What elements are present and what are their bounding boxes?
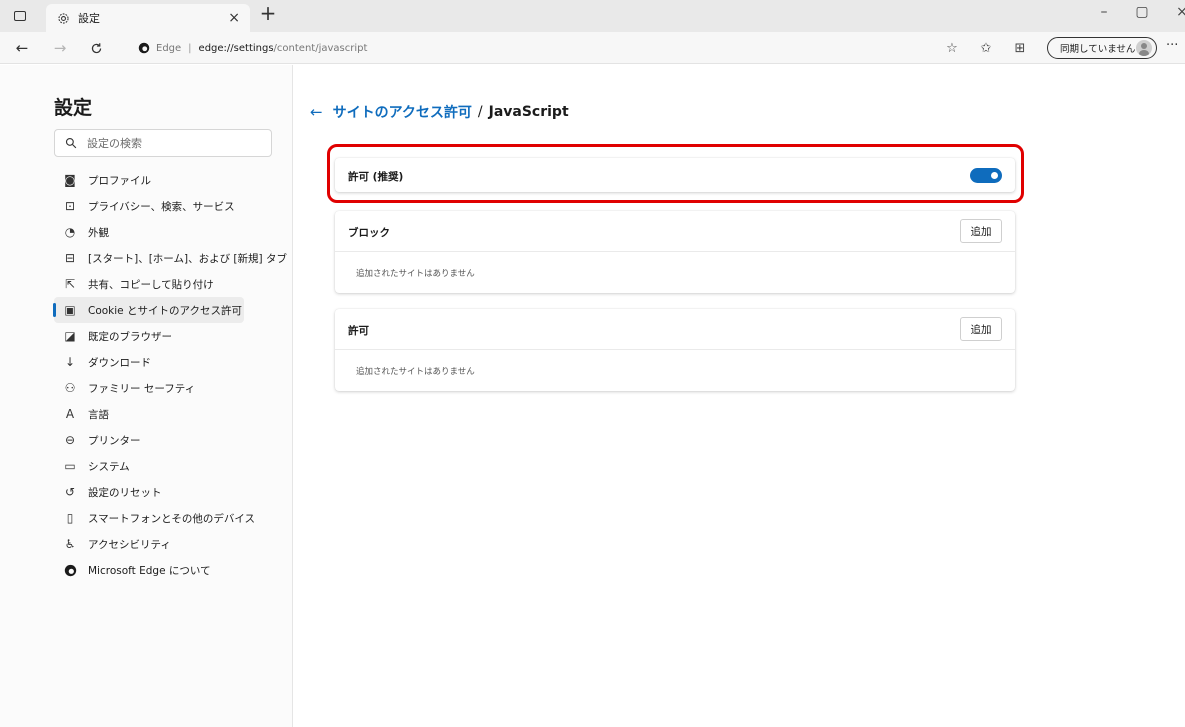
collections-icon[interactable]: ⊞ xyxy=(1010,38,1030,58)
lock-icon: ⊡ xyxy=(64,199,76,213)
allow-header: 許可 追加 xyxy=(335,309,1015,350)
accessibility-icon: ♿ xyxy=(64,537,76,551)
breadcrumb-separator: / xyxy=(477,104,483,120)
sidebar-item-cookies[interactable]: ▣ Cookie とサイトのアクセス許可 xyxy=(53,297,244,323)
page-title: 設定 xyxy=(54,97,93,119)
sidebar-item-label: スマートフォンとその他のデバイス xyxy=(88,512,256,525)
sidebar-item-label: ファミリー セーフティ xyxy=(88,382,196,395)
sidebar-item-label: ダウンロード xyxy=(88,356,151,369)
cookie-permissions-icon: ▣ xyxy=(64,303,76,317)
sidebar-item-reset[interactable]: ↺ 設定のリセット xyxy=(54,479,293,505)
sidebar-item-label: プリンター xyxy=(88,434,141,447)
sidebar-item-label: [スタート]、[ホーム]、および [新規] タブ xyxy=(88,252,287,265)
default-browser-icon: ◪ xyxy=(64,329,76,343)
sidebar-item-label: アクセシビリティ xyxy=(88,538,171,551)
sidebar-item-label: 共有、コピーして貼り付け xyxy=(88,278,214,291)
reset-icon: ↺ xyxy=(64,485,76,499)
appearance-icon: ◔ xyxy=(64,225,76,239)
sidebar-item-label: 言語 xyxy=(88,408,109,421)
block-list-card: ブロック 追加 追加されたサイトはありません xyxy=(335,211,1015,293)
breadcrumb-parent-link[interactable]: サイトのアクセス許可 xyxy=(333,102,472,122)
printer-icon: ⊖ xyxy=(64,433,76,447)
minimize-icon[interactable]: – xyxy=(1092,4,1116,24)
sidebar-item-default-browser[interactable]: ◪ 既定のブラウザー xyxy=(54,323,293,349)
language-icon: A xyxy=(65,407,75,421)
sidebar-item-language[interactable]: A 言語 xyxy=(54,401,293,427)
sidebar-item-label: システム xyxy=(88,460,130,473)
address-bar[interactable]: Edge | edge://settings /content/javascri… xyxy=(138,37,958,59)
sidebar-item-label: Cookie とサイトのアクセス許可 xyxy=(88,304,242,317)
close-tab-icon[interactable]: × xyxy=(228,10,240,26)
family-icon: ⚇ xyxy=(64,381,76,395)
favorites-icon[interactable]: ✩ xyxy=(976,38,996,58)
sidebar-item-accessibility[interactable]: ♿ アクセシビリティ xyxy=(54,531,293,557)
refresh-button[interactable] xyxy=(86,38,106,58)
sidebar-item-profile[interactable]: ◙ プロファイル xyxy=(54,167,293,193)
restore-icon[interactable]: ▢ xyxy=(1130,4,1154,24)
highlight-annotation xyxy=(327,144,1024,203)
allow-add-button[interactable]: 追加 xyxy=(960,317,1002,341)
profile-label: 同期していません xyxy=(1060,44,1136,55)
add-favorite-icon[interactable]: ☆ xyxy=(942,38,962,58)
address-separator: | xyxy=(188,42,192,54)
tab-strip: 設定 × + – ▢ × xyxy=(0,0,1185,32)
sidebar-item-label: 設定のリセット xyxy=(88,486,162,499)
sidebar-item-downloads[interactable]: ↓ ダウンロード xyxy=(54,349,293,375)
settings-nav: ◙ プロファイル ⊡ プライバシー、検索、サービス ◔ 外観 ⊟ [スタート]、[ホーム… xyxy=(53,167,293,583)
breadcrumb-current: JavaScript xyxy=(488,104,569,120)
block-title: ブロック xyxy=(348,227,390,239)
edge-icon xyxy=(138,42,150,54)
block-header: ブロック 追加 xyxy=(335,211,1015,252)
download-icon: ↓ xyxy=(64,355,76,369)
sidebar-item-start-home[interactable]: ⊟ [スタート]、[ホーム]、および [新規] タブ xyxy=(54,245,293,271)
sidebar-item-printers[interactable]: ⊖ プリンター xyxy=(54,427,293,453)
sidebar-item-label: プロファイル xyxy=(88,174,151,187)
back-button[interactable]: ← xyxy=(12,38,32,58)
allow-list-card: 許可 追加 追加されたサイトはありません xyxy=(335,309,1015,391)
edge-logo-icon xyxy=(62,562,78,578)
system-icon: ▭ xyxy=(64,459,76,473)
start-home-icon: ⊟ xyxy=(64,251,76,265)
tab-title: 設定 xyxy=(78,12,100,25)
sidebar-item-share[interactable]: ⇱ 共有、コピーして貼り付け xyxy=(54,271,293,297)
breadcrumb: ← サイトのアクセス許可 / JavaScript xyxy=(310,102,569,122)
address-brand: Edge xyxy=(156,42,182,54)
more-icon[interactable]: ··· xyxy=(1166,38,1178,53)
sidebar-item-phone[interactable]: ▯ スマートフォンとその他のデバイス xyxy=(54,505,293,531)
search-icon xyxy=(65,137,77,149)
new-tab-button[interactable]: + xyxy=(258,3,278,24)
settings-main: ← サイトのアクセス許可 / JavaScript 許可 (推奨) ブロック 追… xyxy=(294,65,1185,727)
gear-icon xyxy=(56,11,70,25)
sidebar-item-label: プライバシー、検索、サービス xyxy=(88,200,235,213)
avatar xyxy=(1136,40,1152,56)
phone-icon: ▯ xyxy=(66,511,74,525)
sidebar-item-system[interactable]: ▭ システム xyxy=(54,453,293,479)
settings-sidebar: 設定 ◙ プロファイル ⊡ プライバシー、検索、サービス ◔ 外観 ⊟ [スタート]、[… xyxy=(0,65,293,727)
allow-empty-text: 追加されたサイトはありません xyxy=(356,367,475,377)
block-empty-text: 追加されたサイトはありません xyxy=(356,269,475,279)
sidebar-item-about[interactable]: Microsoft Edge について xyxy=(54,557,293,583)
sidebar-item-label: 既定のブラウザー xyxy=(88,330,172,343)
address-host: edge://settings xyxy=(198,42,274,54)
forward-button[interactable]: → xyxy=(50,38,70,58)
tab-actions-icon[interactable] xyxy=(12,8,28,24)
toolbar: ← → Edge | edge://settings /content/java… xyxy=(0,32,1185,64)
sidebar-item-label: Microsoft Edge について xyxy=(88,564,211,577)
search-box[interactable] xyxy=(54,129,272,157)
sidebar-item-label: 外観 xyxy=(88,226,109,239)
address-path: /content/javascript xyxy=(273,42,368,54)
profile-icon: ◙ xyxy=(64,173,76,187)
back-arrow-icon[interactable]: ← xyxy=(310,103,323,121)
block-add-button[interactable]: 追加 xyxy=(960,219,1002,243)
sidebar-item-appearance[interactable]: ◔ 外観 xyxy=(54,219,293,245)
sidebar-item-family[interactable]: ⚇ ファミリー セーフティ xyxy=(54,375,293,401)
sidebar-item-privacy[interactable]: ⊡ プライバシー、検索、サービス xyxy=(54,193,293,219)
profile-button[interactable]: 同期していません xyxy=(1047,37,1157,59)
search-input[interactable] xyxy=(87,136,257,150)
tab-settings[interactable]: 設定 × xyxy=(46,4,250,32)
share-icon: ⇱ xyxy=(64,277,76,291)
allow-title: 許可 xyxy=(348,325,369,337)
close-window-icon[interactable]: × xyxy=(1170,4,1185,24)
